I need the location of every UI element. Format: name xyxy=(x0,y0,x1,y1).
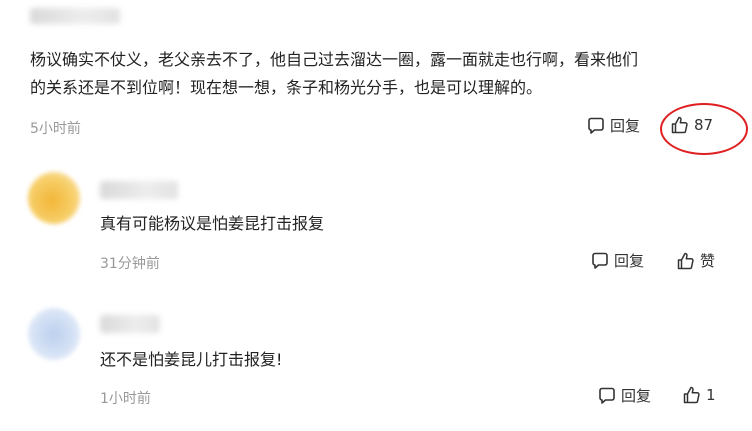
comment-text: 的关系还是不到位啊！现在想一想，条子和杨光分手，也是可以理解的。 xyxy=(30,78,543,97)
thumbs-up-icon xyxy=(671,116,688,134)
reply-button[interactable]: 回复 xyxy=(590,250,644,271)
avatar xyxy=(28,172,80,224)
thumbs-up-icon xyxy=(677,252,694,269)
like-button[interactable]: 1 xyxy=(682,385,716,405)
comment-bubble-icon xyxy=(599,387,615,404)
thumbs-up-icon xyxy=(683,386,700,404)
avatar xyxy=(28,308,80,360)
comment-text: 杨议确实不仗义，老父亲去不了，他自己过去溜达一圈，露一面就走也行啊，看来他们 xyxy=(30,50,639,69)
comment-timestamp: 5小时前 xyxy=(30,121,81,137)
comment-timestamp: 31分钟前 xyxy=(100,256,160,272)
like-button[interactable]: 87 xyxy=(670,115,713,135)
comment-timestamp: 1小时前 xyxy=(100,391,151,407)
reply-label: 回复 xyxy=(614,252,645,270)
reply-button[interactable]: 回复 xyxy=(597,385,651,406)
comment-text: 还不是怕姜昆儿打击报复! xyxy=(100,350,283,369)
reply-label: 回复 xyxy=(610,117,641,135)
like-label: 赞 xyxy=(700,252,716,270)
like-count: 1 xyxy=(706,386,716,404)
reply-label: 回复 xyxy=(621,387,652,405)
comment-text: 真有可能杨议是怕姜昆打击报复 xyxy=(100,214,325,233)
comment-bubble-icon xyxy=(588,117,604,134)
reply-button[interactable]: 回复 xyxy=(586,115,640,136)
like-button[interactable]: 赞 xyxy=(676,250,715,271)
like-count: 87 xyxy=(694,116,714,134)
comment-bubble-icon xyxy=(592,252,608,269)
username-blurred xyxy=(100,315,160,333)
username-blurred xyxy=(30,8,120,24)
username-blurred xyxy=(100,181,178,199)
